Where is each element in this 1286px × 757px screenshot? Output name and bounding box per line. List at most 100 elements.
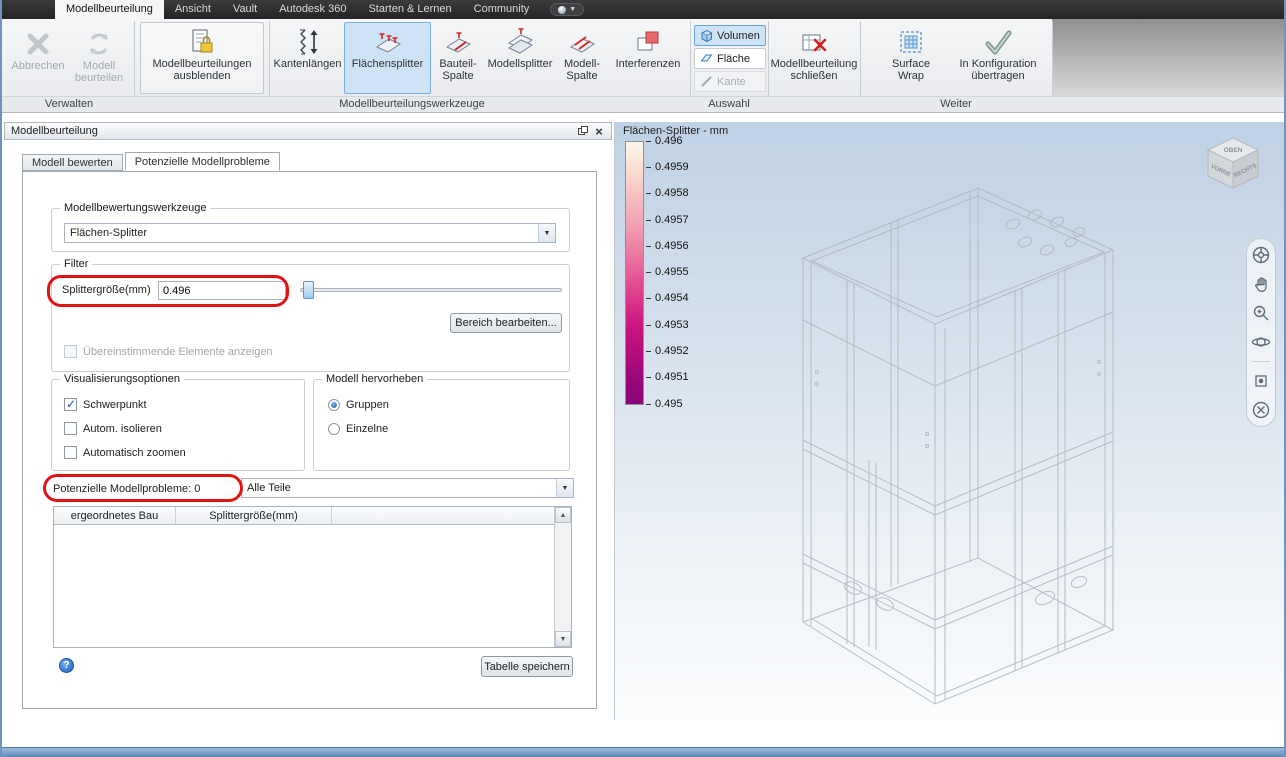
menu-tab-vault[interactable]: Vault [222,0,268,19]
chevron-down-icon: ▼ [556,479,573,497]
menu-tab-starten-lernen[interactable]: Starten & Lernen [357,0,462,19]
column-header-splittergroesse[interactable]: Splittergröße(mm) [176,507,332,524]
zoom-icon[interactable] [1251,303,1271,323]
gruppen-radio[interactable]: Gruppen [328,399,389,411]
modell-beurteilen-button[interactable]: Modell beurteilen [68,24,130,92]
checkbox-box [64,446,77,459]
bauteil-spalte-label: Bauteil-Spalte [439,58,477,82]
teile-filter-dropdown[interactable]: Alle Teile ▼ [241,478,574,498]
disable-tool-icon[interactable] [1251,400,1271,420]
tick-mark [646,350,651,352]
modell-spalte-button[interactable]: Modell-Spalte [557,22,607,94]
interferenzen-label: Interferenzen [615,58,681,70]
menu-tab-ansicht[interactable]: Ansicht [164,0,222,19]
flaeche-label: Fläche [717,52,751,65]
abbrechen-label: Abbrechen [11,60,65,72]
legend-tick: 0.4956 [646,240,689,252]
menu-bar: Modellbeurteilung Ansicht Vault Autodesk… [2,0,1284,19]
table-header-row: ergeordnetes Bau Splittergröße(mm) [54,507,554,525]
group-label-verwalten: Verwalten [44,98,94,110]
tab-potenzielle-modellprobleme[interactable]: Potenzielle Modellprobleme [124,152,280,171]
volumen-label: Volumen [717,29,760,42]
quick-access-menu-button[interactable]: ▼ [550,3,585,16]
hide-assessment-icon [188,26,216,58]
view-cube[interactable]: OBEN VORNE RECHTS [1198,130,1268,194]
table-scrollbar[interactable]: ▲ ▼ [554,507,571,647]
automatisch-zoomen-checkbox[interactable]: Automatisch zoomen [64,446,186,459]
schwerpunkt-checkbox[interactable]: Schwerpunkt [64,397,147,411]
viewcube-top-label: OBEN [1224,147,1243,154]
look-at-icon[interactable] [1251,371,1271,391]
panel-title: Modellbeurteilung [11,125,98,137]
bereich-bearbeiten-label: Bereich bearbeiten... [455,317,557,329]
panel-title-bar[interactable]: Modellbeurteilung × [4,122,612,140]
checkbox-box [64,345,77,358]
checkbox-box [64,422,77,435]
flaechensplitter-button[interactable]: Flächensplitter [344,22,431,94]
groupbox-label: Modell hervorheben [322,373,428,385]
tabelle-speichern-label: Tabelle speichern [484,660,570,673]
float-panel-icon[interactable] [575,124,591,138]
menu-tab-community[interactable]: Community [463,0,541,19]
radio-label: Einzelne [346,423,389,435]
menu-tab-modellbeurteilung[interactable]: Modellbeurteilung [55,0,164,19]
toolbar-divider [1252,361,1270,362]
checkbox-label: Automatisch zoomen [83,446,186,459]
help-icon[interactable]: ? [59,658,74,673]
groupbox-visualisierungsoptionen: Visualisierungsoptionen Schwerpunkt Auto… [51,373,305,471]
modellbeurteilungen-ausblenden-button[interactable]: Modellbeurteilungen ausblenden [140,22,264,94]
interferenzen-button[interactable]: Interferenzen [609,22,687,94]
tick-mark [646,219,651,221]
model-gap-icon [567,26,597,58]
splittergroesse-slider-handle[interactable] [303,281,314,299]
tabelle-speichern-button[interactable]: Tabelle speichern [481,656,573,677]
bewertungswerkzeug-dropdown[interactable]: Flächen-Splitter ▼ [64,223,556,243]
abbrechen-button[interactable]: Abbrechen [10,24,66,92]
modellbeurteilung-schliessen-button[interactable]: Modellbeurteilung schließen [771,22,857,94]
orbit-icon[interactable] [1251,332,1271,352]
uebereinstimmende-checkbox[interactable]: Übereinstimmende Elemente anzeigen [64,345,273,358]
chevron-down-icon: ▼ [538,224,555,242]
splittergroesse-slider-track[interactable] [300,288,562,292]
splittergroesse-input[interactable] [158,281,286,300]
face-sheet-icon [700,54,713,62]
surface-wrap-icon [897,26,925,58]
flaeche-button[interactable]: Fläche [694,48,766,69]
menu-tab-autodesk360[interactable]: Autodesk 360 [268,0,357,19]
kante-button[interactable]: Kante [694,71,766,92]
groupbox-modellbewertungswerkzeuge: Modellbewertungswerkzeuge Flächen-Splitt… [51,202,570,252]
surface-wrap-button[interactable]: Surface Wrap [878,22,944,94]
close-panel-icon[interactable]: × [591,124,607,139]
viewport-3d[interactable]: Flächen-Splitter - mm 0.496 0.4959 0.495… [614,122,1284,720]
legend-tick: 0.4952 [646,345,689,357]
volumen-button[interactable]: Volumen [694,25,766,46]
radio-selected-icon [328,399,340,411]
tick-mark [646,271,651,273]
panel-content: Modellbewertungswerkzeuge Flächen-Splitt… [22,171,597,709]
kantenlaengen-button[interactable]: Kantenlängen [274,22,341,94]
radio-dot [328,423,340,435]
tab-modell-bewerten[interactable]: Modell bewerten [22,154,123,171]
modellsplitter-button[interactable]: Modellsplitter [485,22,555,94]
checkbox-label: Übereinstimmende Elemente anzeigen [83,345,273,358]
checkmark-icon [983,26,1013,58]
legend-tick: 0.4957 [646,214,689,226]
column-header-uebergeordnetes-bauteil[interactable]: ergeordnetes Bau [54,507,176,524]
in-konfiguration-uebertragen-button[interactable]: In Konfiguration übertragen [948,22,1048,94]
results-table[interactable]: ergeordnetes Bau Splittergröße(mm) ▲ ▼ [53,506,572,648]
einzelne-radio[interactable]: Einzelne [328,423,388,435]
splittergroesse-label: Splittergröße(mm) [62,284,151,296]
bereich-bearbeiten-button[interactable]: Bereich bearbeiten... [450,313,562,333]
scroll-down-button[interactable]: ▼ [555,631,571,647]
navigation-wheel-icon[interactable] [1251,245,1271,265]
group-label-weiter: Weiter [940,98,972,110]
bauteil-spalte-button[interactable]: Bauteil-Spalte [433,22,483,94]
flaechensplitter-label: Flächensplitter [351,58,424,70]
pan-hand-icon[interactable] [1251,274,1271,294]
tick-mark [646,403,651,405]
scroll-up-button[interactable]: ▲ [555,507,571,523]
autom-isolieren-checkbox[interactable]: Autom. isolieren [64,422,162,435]
interference-icon [634,26,662,58]
legend-tick: 0.495 [646,398,683,410]
groupbox-label: Filter [60,258,93,270]
